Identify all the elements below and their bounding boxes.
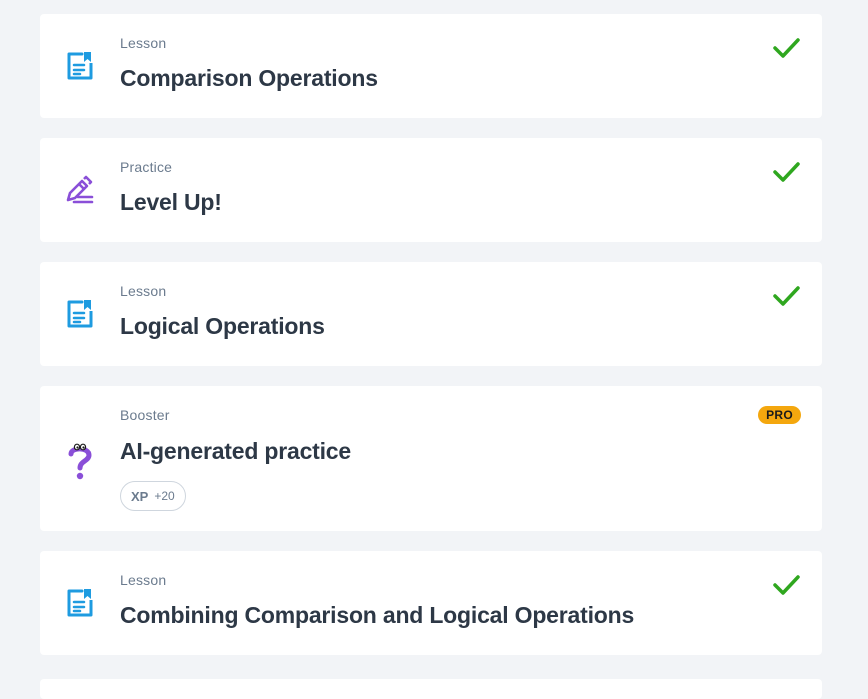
item-kind-label: Lesson: [120, 283, 167, 299]
item-title: Combining Comparison and Logical Operati…: [120, 602, 635, 628]
xp-label: XP: [131, 488, 149, 504]
check-icon: [773, 575, 800, 595]
xp-value: +20: [154, 489, 175, 503]
item-kind-label: Lesson: [120, 35, 167, 51]
check-icon: [773, 38, 800, 58]
list-item-comparison-operations[interactable]: Lesson Comparison Operations: [40, 14, 822, 118]
item-title: Logical Operations: [120, 313, 325, 339]
pro-badge: PRO: [758, 406, 801, 424]
lesson-document-icon: [67, 300, 93, 328]
practice-pencil-icon: [66, 175, 94, 204]
lesson-document-icon: [67, 589, 93, 617]
list-item-ai-generated-practice[interactable]: Booster AI-generated practice PRO XP +20: [40, 386, 822, 531]
list-item-next-partial[interactable]: [40, 679, 822, 699]
item-title: Level Up!: [120, 189, 222, 215]
item-title: Comparison Operations: [120, 65, 378, 91]
lesson-document-icon: [67, 52, 93, 80]
item-kind-label: Booster: [120, 407, 170, 423]
lesson-list: Lesson Comparison Operations Practice Le…: [40, 14, 822, 675]
xp-reward-pill: XP +20: [120, 481, 186, 511]
item-kind-label: Practice: [120, 159, 173, 175]
check-icon: [773, 286, 800, 306]
check-icon: [773, 162, 800, 182]
list-item-level-up[interactable]: Practice Level Up!: [40, 138, 822, 242]
list-item-combining-operations[interactable]: Lesson Combining Comparison and Logical …: [40, 551, 822, 655]
booster-question-icon: [68, 443, 92, 480]
item-title: AI-generated practice: [120, 438, 351, 464]
list-item-logical-operations[interactable]: Lesson Logical Operations: [40, 262, 822, 366]
item-kind-label: Lesson: [120, 572, 167, 588]
